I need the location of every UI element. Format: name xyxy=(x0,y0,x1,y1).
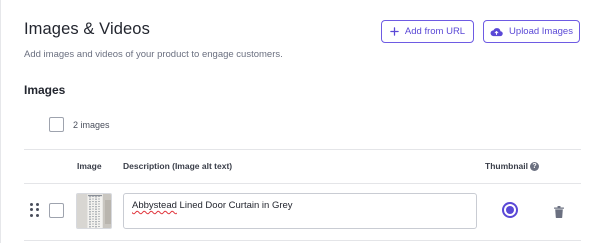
upload-images-button[interactable]: Upload Images xyxy=(483,20,580,43)
image-thumbnail[interactable] xyxy=(76,193,112,229)
row-divider xyxy=(24,240,581,241)
alt-text-misspelled-word: Abbystead xyxy=(132,200,177,211)
select-all-checkbox[interactable] xyxy=(49,117,64,132)
section-subtitle: Add images and videos of your product to… xyxy=(24,49,283,60)
upload-images-label: Upload Images xyxy=(509,26,573,37)
plus-icon xyxy=(390,27,399,36)
column-header-thumbnail: Thumbnail ? xyxy=(485,161,539,171)
thumbnail-radio[interactable] xyxy=(502,202,518,218)
trash-icon[interactable] xyxy=(554,205,564,219)
image-count: 2 images xyxy=(73,120,110,130)
table-top-divider xyxy=(24,149,581,150)
column-header-image: Image xyxy=(77,161,102,171)
help-icon[interactable]: ? xyxy=(529,161,539,171)
add-from-url-button[interactable]: Add from URL xyxy=(381,20,474,43)
alt-text-value: Lined Door Curtain in Grey xyxy=(176,200,293,211)
images-subheading: Images xyxy=(24,83,66,97)
row-checkbox[interactable] xyxy=(49,203,64,218)
add-from-url-label: Add from URL xyxy=(404,26,466,37)
cloud-upload-icon xyxy=(490,27,503,37)
images-videos-panel: Images & Videos Add images and videos of… xyxy=(0,0,603,243)
column-header-description: Description (Image alt text) xyxy=(123,161,233,171)
section-heading: Images & Videos xyxy=(24,20,150,38)
column-header-thumbnail-label: Thumbnail xyxy=(485,161,528,171)
drag-handle-icon[interactable] xyxy=(30,203,39,217)
alt-text-input[interactable]: Abbystead Lined Door Curtain in Grey xyxy=(123,193,477,229)
header-divider xyxy=(24,183,581,184)
